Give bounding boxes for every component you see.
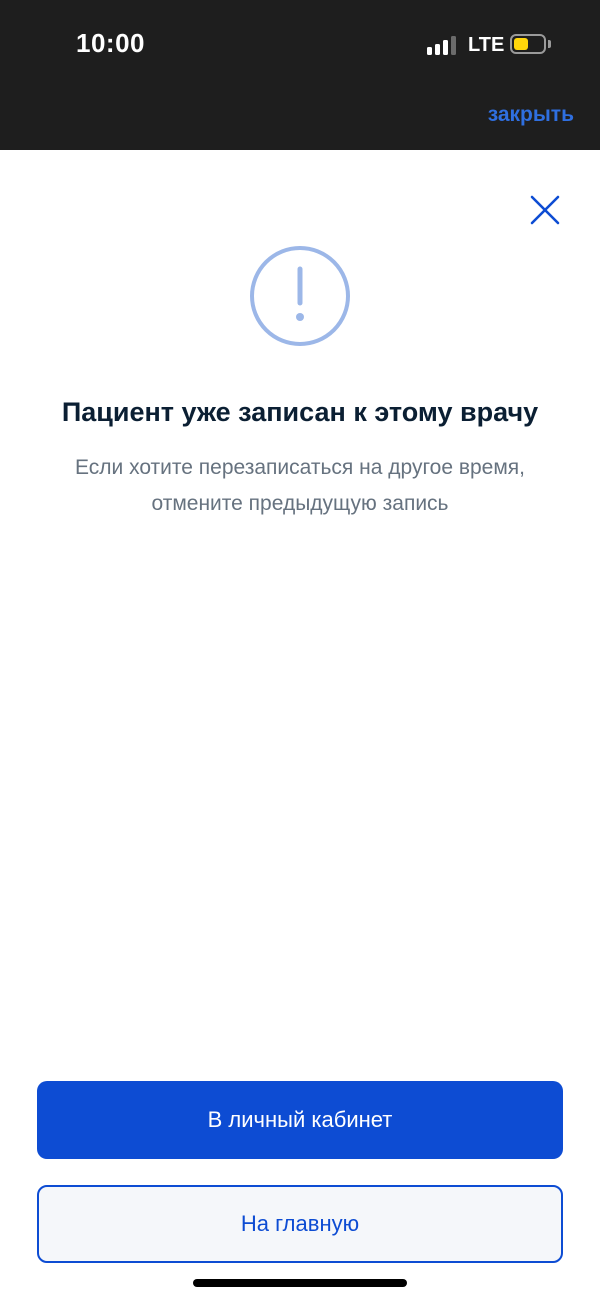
page-title: Пациент уже записан к этому врачу <box>61 397 539 427</box>
battery-tip <box>548 40 551 48</box>
exclamation-circle-icon <box>250 246 350 346</box>
home-button-label: На главную <box>240 1211 360 1236</box>
status-time: 10:00 <box>76 28 145 58</box>
battery-level <box>514 38 528 50</box>
subtitle-line-2: отмените предыдущую запись <box>151 492 449 515</box>
home-button[interactable]: На главную <box>37 1185 563 1263</box>
network-type: LTE <box>468 34 505 56</box>
personal-account-button[interactable]: В личный кабинет <box>37 1081 563 1159</box>
battery-icon <box>510 34 546 54</box>
page-subtitle: Если хотите перезаписаться на другое вре… <box>30 450 570 522</box>
signal-bars-icon <box>427 35 459 55</box>
personal-account-button-label: В личный кабинет <box>207 1107 393 1132</box>
close-link[interactable]: закрыть <box>488 103 574 127</box>
status-bar: 10:00 LTE закрыть <box>0 0 600 150</box>
home-indicator[interactable] <box>193 1279 407 1287</box>
screen: 10:00 LTE закрыть Пациент уже записан к … <box>0 0 600 1300</box>
subtitle-line-1: Если хотите перезаписаться на другое вре… <box>74 456 525 479</box>
close-icon[interactable] <box>527 192 563 228</box>
